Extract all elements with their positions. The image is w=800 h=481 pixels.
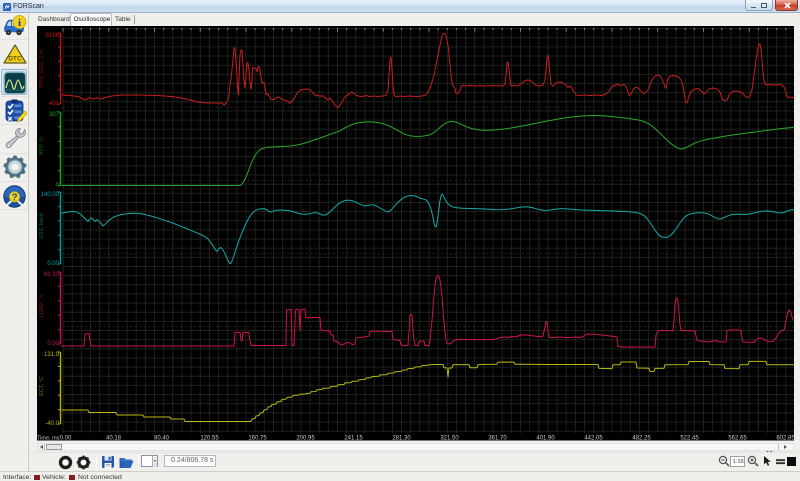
- svg-text:ECT, °C: ECT, °C: [39, 376, 45, 396]
- svg-text:81.30: 81.30: [44, 272, 60, 278]
- svg-text:602.85: 602.85: [776, 436, 795, 442]
- svg-text:160.75: 160.75: [248, 436, 267, 442]
- svg-text:LOAD, %: LOAD, %: [39, 294, 45, 317]
- svg-text:APP, %: APP, %: [39, 137, 45, 155]
- svg-text:-40.0: -40.0: [45, 421, 59, 427]
- svg-text:VSS, km/h: VSS, km/h: [39, 213, 45, 239]
- svg-text:482.25: 482.25: [632, 436, 651, 442]
- svg-text:562.65: 562.65: [728, 436, 747, 442]
- svg-text:200.95: 200.95: [296, 436, 315, 442]
- svg-text:8166: 8166: [46, 33, 60, 39]
- svg-text:241.15: 241.15: [344, 436, 363, 442]
- svg-text:281.30: 281.30: [392, 436, 411, 442]
- svg-text:40.18: 40.18: [106, 436, 122, 442]
- svg-text:140.00: 140.00: [41, 192, 60, 198]
- svg-text:0.00: 0.00: [47, 341, 59, 347]
- svg-text:0.00: 0.00: [47, 261, 59, 267]
- svg-text:131.9: 131.9: [44, 352, 60, 358]
- svg-text:491: 491: [49, 101, 60, 107]
- svg-text:0.00: 0.00: [60, 436, 72, 442]
- svg-text:Time, ms: Time, ms: [37, 436, 60, 442]
- svg-text:361.70: 361.70: [488, 436, 507, 442]
- svg-text:120.55: 120.55: [200, 436, 219, 442]
- svg-text:RPM_DSD, 1/m: RPM_DSD, 1/m: [39, 49, 45, 89]
- svg-text:321.50: 321.50: [440, 436, 459, 442]
- svg-text:80.40: 80.40: [154, 436, 170, 442]
- svg-text:442.05: 442.05: [584, 436, 603, 442]
- svg-text:401.90: 401.90: [536, 436, 555, 442]
- svg-text:522.45: 522.45: [680, 436, 699, 442]
- svg-text:307: 307: [49, 112, 60, 118]
